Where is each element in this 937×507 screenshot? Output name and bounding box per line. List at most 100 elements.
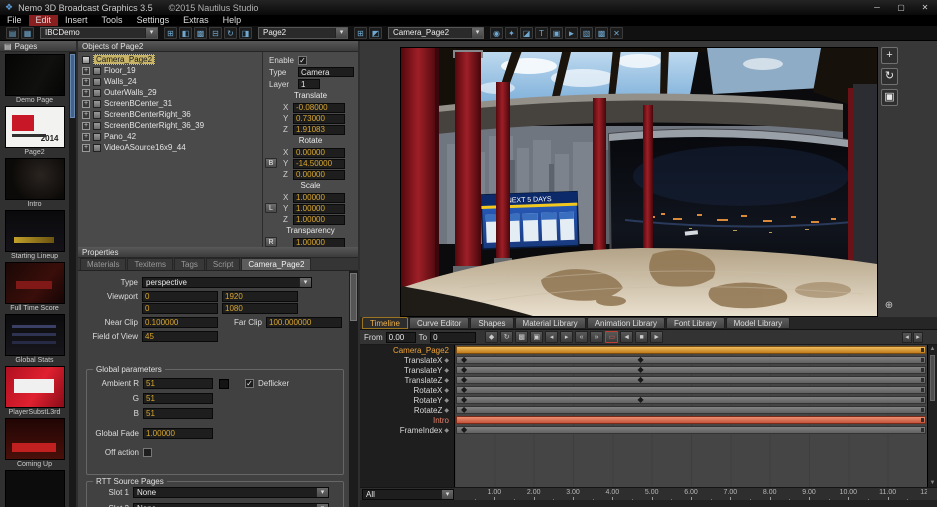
keyframe-diamond[interactable]: ◆: [461, 425, 467, 435]
scene-select[interactable]: IBCDemo: [40, 27, 158, 39]
track-lane-rotatez[interactable]: ◆: [455, 405, 927, 415]
zoom-view-button[interactable]: ⊕: [882, 299, 896, 313]
expand-icon[interactable]: +: [82, 100, 90, 108]
slot-1-select[interactable]: None: [133, 487, 329, 498]
keyframe-diamond[interactable]: ◆: [461, 385, 467, 395]
close-button[interactable]: ✕: [913, 0, 937, 15]
scale-z-field[interactable]: [293, 215, 345, 225]
viewport-width-field[interactable]: [222, 291, 298, 302]
rotate-z-field[interactable]: [293, 170, 345, 180]
object-type-field[interactable]: [298, 67, 354, 77]
object-item-camera-page2[interactable]: Camera_Page2: [78, 54, 262, 65]
save-page-icon[interactable]: ◩: [369, 27, 382, 39]
go-start-button[interactable]: «: [575, 331, 588, 343]
translate-y-field[interactable]: [293, 114, 345, 124]
tab-material-library[interactable]: Material Library: [515, 317, 586, 329]
track-name-translatex[interactable]: TranslateX◆: [360, 355, 454, 365]
record-button[interactable]: ▭: [605, 331, 618, 343]
menu-extras[interactable]: Extras: [176, 15, 216, 26]
expand-icon[interactable]: +: [82, 133, 90, 141]
add-view-button[interactable]: +: [881, 47, 898, 64]
global-fade-field[interactable]: [143, 428, 213, 439]
tab-timeline[interactable]: Timeline: [362, 317, 408, 329]
pan-view-button[interactable]: ▣: [881, 89, 898, 106]
keyframe-diamond[interactable]: ◆: [461, 365, 467, 375]
frame-next-button[interactable]: ▸: [913, 332, 923, 343]
group-icon[interactable]: ▧: [580, 27, 593, 39]
scale-y-field[interactable]: [293, 204, 345, 214]
delete-scene-icon[interactable]: ⊟: [209, 27, 222, 39]
track-name-translatey[interactable]: TranslateY◆: [360, 365, 454, 375]
menu-help[interactable]: Help: [216, 15, 249, 26]
ambient-r-field[interactable]: [143, 378, 213, 389]
scrollbar-thumb[interactable]: [350, 273, 357, 321]
new-project-icon[interactable]: ▤: [6, 27, 19, 39]
camera-icon[interactable]: ◉: [490, 27, 503, 39]
menu-edit[interactable]: Edit: [29, 15, 59, 26]
object-item-walls-24[interactable]: +Walls_24: [78, 76, 262, 87]
tab-animation-library[interactable]: Animation Library: [587, 317, 665, 329]
track-lane-rotatex[interactable]: ◆: [455, 385, 927, 395]
image-icon[interactable]: ▣: [550, 27, 563, 39]
step-forward-button[interactable]: ▸: [560, 331, 573, 343]
go-end-button[interactable]: »: [590, 331, 603, 343]
page-item-page2[interactable]: 2014Page2: [0, 106, 69, 157]
to-input[interactable]: [430, 332, 476, 343]
track-lane-frameindex[interactable]: ◆: [455, 425, 927, 435]
maximize-button[interactable]: ▢: [889, 0, 913, 15]
object-item-screenbcenter-31[interactable]: +ScreenBCenter_31: [78, 98, 262, 109]
scene-settings-icon[interactable]: ◨: [239, 27, 252, 39]
mesh-icon[interactable]: ◪: [520, 27, 533, 39]
tab-shapes[interactable]: Shapes: [470, 317, 513, 329]
menu-insert[interactable]: Insert: [58, 15, 95, 26]
loop-button[interactable]: ↻: [500, 331, 513, 343]
translate-z-field[interactable]: [293, 125, 345, 135]
text-icon[interactable]: T: [535, 27, 548, 39]
paste-keys-button[interactable]: ▣: [530, 331, 543, 343]
page-item-partial[interactable]: [0, 470, 69, 507]
play-button[interactable]: ►: [650, 331, 663, 343]
ambient-color-swatch[interactable]: [219, 379, 229, 389]
expand-icon[interactable]: +: [82, 67, 90, 75]
page-item-coming-up[interactable]: Coming Up: [0, 418, 69, 469]
page-item-playersubstl3rd[interactable]: PlayerSubstL3rd: [0, 366, 69, 417]
scale-x-field[interactable]: [293, 193, 345, 203]
expand-icon[interactable]: +: [82, 122, 90, 130]
scroll-down-icon[interactable]: ▼: [928, 480, 937, 486]
page-select[interactable]: Page2: [258, 27, 348, 39]
keyframe-diamond[interactable]: ◆: [637, 375, 643, 385]
rotate-view-button[interactable]: ↻: [881, 68, 898, 85]
menu-tools[interactable]: Tools: [95, 15, 130, 26]
transform-r-button[interactable]: R: [265, 237, 277, 247]
object-item-outerwalls-29[interactable]: +OuterWalls_29: [78, 87, 262, 98]
viewport-height-field[interactable]: [222, 303, 298, 314]
copy-keys-button[interactable]: ▩: [515, 331, 528, 343]
play-reverse-button[interactable]: ◄: [620, 331, 633, 343]
menu-settings[interactable]: Settings: [130, 15, 177, 26]
track-name-camera-page2[interactable]: Camera_Page2: [360, 345, 454, 355]
off-action-checkbox[interactable]: [143, 448, 152, 457]
layer-field[interactable]: [298, 79, 320, 89]
keyframe-diamond[interactable]: ◆: [461, 395, 467, 405]
tab-camera-page2[interactable]: Camera_Page2: [241, 258, 311, 270]
keyframe-diamond[interactable]: ◆: [461, 375, 467, 385]
video-icon[interactable]: ►: [565, 27, 578, 39]
menu-file[interactable]: File: [0, 15, 29, 26]
pages-scrollbar[interactable]: [69, 52, 76, 507]
track-name-rotatey[interactable]: RotateY◆: [360, 395, 454, 405]
transparency-field[interactable]: [293, 238, 345, 248]
track-lane-rotatey[interactable]: ◆◆: [455, 395, 927, 405]
rotate-x-field[interactable]: [293, 148, 345, 158]
track-lane-translatez[interactable]: ◆◆: [455, 375, 927, 385]
light-icon[interactable]: ✦: [505, 27, 518, 39]
timeline-scrollbar[interactable]: ▲ ▼: [927, 345, 937, 487]
track-name-rotatex[interactable]: RotateX◆: [360, 385, 454, 395]
slot-2-select[interactable]: None: [133, 503, 329, 507]
scrollbar-thumb[interactable]: [70, 54, 75, 118]
keyframe-diamond[interactable]: ◆: [461, 405, 467, 415]
viewport-y-field[interactable]: [142, 303, 218, 314]
track-name-rotatez[interactable]: RotateZ◆: [360, 405, 454, 415]
copy-scene-icon[interactable]: ▩: [194, 27, 207, 39]
open-project-icon[interactable]: ▦: [21, 27, 34, 39]
track-lane-translatey[interactable]: ◆◆: [455, 365, 927, 375]
